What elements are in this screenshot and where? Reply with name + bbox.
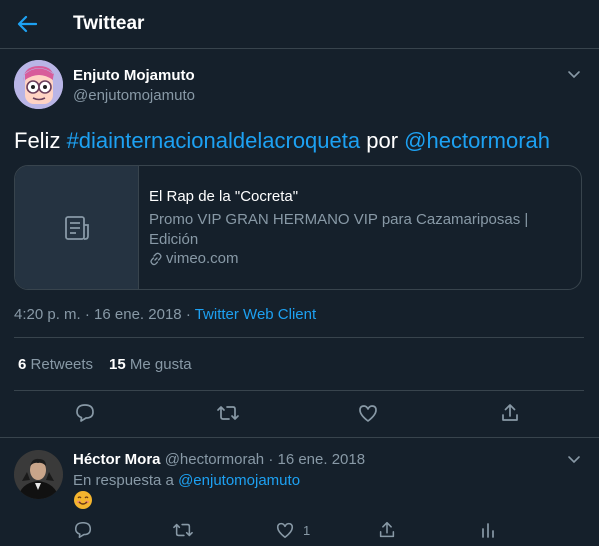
likes-label: Me gusta: [129, 356, 192, 373]
avatar[interactable]: [14, 450, 63, 499]
reply-like-count: 1: [303, 522, 311, 538]
divider: [14, 390, 584, 391]
reply-reply-button[interactable]: [73, 520, 93, 540]
reply-separator: ·: [268, 451, 274, 468]
arrow-left-icon: [17, 15, 37, 33]
tweet-text: Feliz #diainternacionaldelacroqueta por …: [14, 127, 550, 155]
hashtag-link[interactable]: #diainternacionaldelacroqueta: [67, 128, 361, 153]
back-button[interactable]: [14, 12, 40, 36]
likes-stat[interactable]: 15 Me gusta: [109, 356, 192, 373]
divider: [0, 437, 599, 438]
tweet-time[interactable]: 4:20 p. m.: [14, 306, 81, 323]
tweet-source-link[interactable]: Twitter Web Client: [195, 306, 316, 323]
retweet-button[interactable]: [216, 401, 240, 425]
comment-icon: [76, 404, 94, 422]
likes-count: 15: [109, 356, 126, 373]
page-title: Twittear: [73, 13, 145, 34]
retweet-icon: [173, 523, 193, 537]
share-button[interactable]: [498, 401, 522, 425]
retweets-label: Retweets: [30, 356, 94, 373]
reply-analytics-button[interactable]: [478, 520, 498, 540]
cartoon-avatar-icon: [14, 60, 63, 109]
replying-to-prefix: En respuesta a: [73, 472, 179, 489]
card-domain-text: vimeo.com: [166, 250, 239, 267]
like-button[interactable]: [356, 401, 380, 425]
share-icon: [379, 521, 395, 538]
person-photo-icon: [14, 450, 63, 499]
link-icon: [150, 252, 162, 265]
reply-author-handle[interactable]: @hectormorah: [165, 451, 264, 468]
reply-date[interactable]: 16 ene. 2018: [277, 451, 365, 468]
tweet-date[interactable]: 16 ene. 2018: [94, 306, 182, 323]
analytics-icon: [482, 523, 494, 538]
reply-like-button[interactable]: 1: [275, 520, 310, 540]
retweet-icon: [217, 406, 239, 420]
share-icon: [502, 404, 518, 421]
author-handle[interactable]: @enjutomojamuto: [73, 87, 195, 104]
more-options-button[interactable]: [565, 65, 583, 83]
smiling-face-icon: [73, 490, 93, 510]
divider: [14, 337, 584, 338]
mention-link[interactable]: @hectormorah: [404, 128, 550, 153]
replying-to-link[interactable]: @enjutomojamuto: [178, 472, 300, 489]
author-name[interactable]: Enjuto Mojamuto: [73, 67, 195, 84]
card-description: Promo VIP GRAN HERMANO VIP para Cazamari…: [149, 211, 529, 248]
comment-icon: [74, 521, 92, 539]
retweets-count: 6: [18, 356, 27, 373]
link-card[interactable]: El Rap de la "Cocreta" Promo VIP GRAN HE…: [14, 165, 582, 290]
tweet-text-middle: por: [360, 128, 405, 153]
reply-author-name[interactable]: Héctor Mora: [73, 451, 161, 468]
card-title: El Rap de la "Cocreta": [149, 188, 299, 205]
tweet-stats: 6 Retweets 15 Me gusta: [18, 356, 208, 373]
card-domain: vimeo.com: [149, 250, 239, 267]
chevron-down-icon: [568, 456, 580, 464]
heart-icon: [359, 405, 377, 422]
chevron-down-icon: [568, 71, 580, 79]
tweet-text-prefix: Feliz: [14, 128, 67, 153]
reply-share-button[interactable]: [377, 520, 397, 540]
meta-separator: ·: [84, 306, 90, 323]
header-bar: Twittear: [0, 0, 599, 49]
replying-to: En respuesta a @enjutomojamuto: [73, 472, 300, 489]
reply-header: Héctor Mora @hectormorah · 16 ene. 2018: [73, 451, 365, 468]
document-icon: [64, 215, 89, 240]
reply-retweet-button[interactable]: [172, 520, 194, 540]
card-thumbnail: [15, 166, 139, 289]
avatar[interactable]: [14, 60, 63, 109]
meta-separator: ·: [185, 306, 191, 323]
heart-icon: [276, 522, 294, 539]
tweet-meta: 4:20 p. m. · 16 ene. 2018 · Twitter Web …: [14, 306, 316, 323]
reply-more-options-button[interactable]: [565, 450, 583, 468]
retweets-stat[interactable]: 6 Retweets: [18, 356, 93, 373]
reply-button[interactable]: [73, 401, 97, 425]
